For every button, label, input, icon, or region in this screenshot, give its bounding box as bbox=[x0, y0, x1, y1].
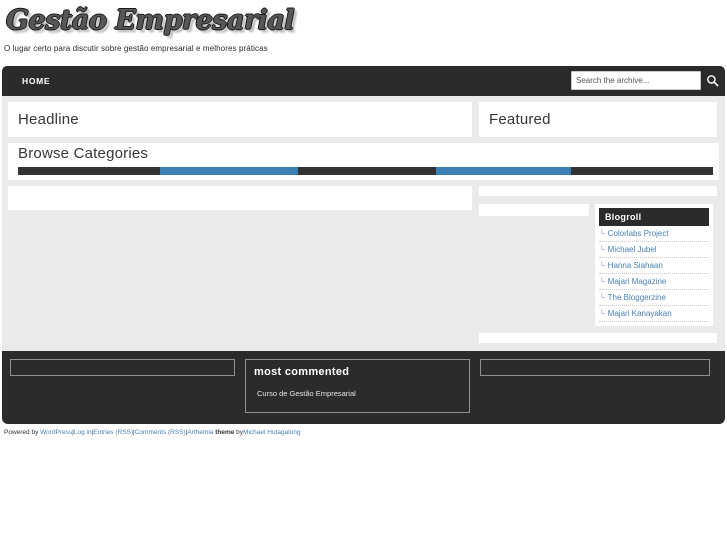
credits-powered-by: Powered by bbox=[4, 429, 39, 436]
category-segment-1[interactable] bbox=[160, 167, 299, 175]
category-segment-3[interactable] bbox=[435, 167, 572, 175]
credits-theme-word: theme bbox=[215, 429, 235, 436]
nav-item-home[interactable]: HOME bbox=[2, 66, 64, 96]
list-item[interactable]: └ Colorlabs Project bbox=[599, 226, 709, 242]
credits-comments-rss-link[interactable]: Comments (RSS) bbox=[135, 429, 186, 436]
blogroll-title: Blogroll bbox=[599, 208, 709, 226]
browse-categories-title: Browse Categories bbox=[18, 145, 149, 162]
blogroll-link[interactable]: Hanna Siahaan bbox=[608, 261, 663, 270]
blogroll-link[interactable]: Michael Jubel bbox=[608, 245, 657, 254]
branch-icon: └ bbox=[599, 261, 605, 270]
footer-credits: Powered by WordPress|Log in|Entries (RSS… bbox=[0, 424, 727, 436]
category-color-bar bbox=[18, 167, 713, 175]
headline-panel: Headline bbox=[8, 102, 472, 137]
sidebar-top-strip bbox=[479, 186, 717, 196]
browse-categories-block: Browse Categories bbox=[8, 143, 719, 180]
featured-title: Featured bbox=[489, 111, 551, 128]
search-input[interactable] bbox=[571, 71, 701, 90]
credits-wordpress-link[interactable]: WordPress bbox=[40, 429, 72, 436]
middle-row: Blogroll └ Colorlabs Project └ Michael Jub… bbox=[2, 180, 725, 343]
sidebar-narrow-box bbox=[479, 204, 589, 216]
credits-author-link[interactable]: Michael Hutagalung bbox=[243, 429, 300, 436]
most-commented-item[interactable]: Curso de Gestão Empresarial bbox=[254, 389, 469, 398]
page-root: Gestão Empresarial O lugar certo para di… bbox=[0, 0, 727, 545]
list-item[interactable]: └ Majari Magazine bbox=[599, 274, 709, 290]
featured-panel: Featured bbox=[479, 102, 717, 137]
footer-widget-most-commented: most commented Curso de Gestão Empresari… bbox=[245, 359, 470, 413]
nav-item-list: HOME bbox=[2, 66, 64, 96]
list-item[interactable]: └ Hanna Siahaan bbox=[599, 258, 709, 274]
category-segment-0[interactable] bbox=[18, 167, 161, 175]
footer-widget-right bbox=[480, 359, 710, 376]
branch-icon: └ bbox=[599, 293, 605, 302]
site-header: Gestão Empresarial O lugar certo para di… bbox=[0, 0, 727, 66]
sidebar-column: Blogroll └ Colorlabs Project └ Michael Jub… bbox=[479, 186, 717, 343]
footer-widget-area: most commented Curso de Gestão Empresari… bbox=[2, 351, 725, 424]
top-panels-row: Headline Featured bbox=[2, 96, 725, 137]
list-item[interactable]: └ The Bloggerzine bbox=[599, 290, 709, 306]
content-wrapper: Headline Featured Browse Categories Blog… bbox=[2, 96, 725, 351]
sidebar-inner-row: Blogroll └ Colorlabs Project └ Michael Jub… bbox=[479, 204, 717, 326]
list-item[interactable]: └ Michael Jubel bbox=[599, 242, 709, 258]
headline-title: Headline bbox=[18, 111, 79, 128]
branch-icon: └ bbox=[599, 245, 605, 254]
blogroll-link[interactable]: Majari Magazine bbox=[608, 277, 667, 286]
credits-login-link[interactable]: Log in bbox=[74, 429, 92, 436]
blogroll-list: └ Colorlabs Project └ Michael Jubel └ Hanna… bbox=[599, 226, 709, 322]
most-commented-title: most commented bbox=[254, 366, 350, 378]
category-segment-2[interactable] bbox=[298, 167, 436, 175]
branch-icon: └ bbox=[599, 229, 605, 238]
credits-theme-name[interactable]: Arthemia bbox=[187, 429, 213, 436]
blogroll-link[interactable]: The Bloggerzine bbox=[608, 293, 666, 302]
credits-entries-rss-link[interactable]: Entries (RSS) bbox=[93, 429, 133, 436]
site-logo[interactable]: Gestão Empresarial bbox=[6, 6, 295, 36]
search-form bbox=[571, 71, 719, 90]
list-item[interactable]: └ Majari Kanayakan bbox=[599, 306, 709, 322]
main-navigation: HOME bbox=[2, 66, 725, 96]
search-icon[interactable] bbox=[706, 74, 719, 87]
sidebar-bottom-strip bbox=[479, 333, 717, 343]
branch-icon: └ bbox=[599, 277, 605, 286]
blogroll-link[interactable]: Majari Kanayakan bbox=[608, 309, 672, 318]
blogroll-link[interactable]: Colorlabs Project bbox=[608, 229, 669, 238]
site-tagline: O lugar certo para discutir sobre gestão… bbox=[4, 44, 268, 53]
main-content-column bbox=[8, 186, 472, 210]
category-segment-4[interactable] bbox=[571, 167, 713, 175]
footer-widget-left bbox=[10, 359, 235, 376]
main-content-box bbox=[8, 186, 472, 210]
blogroll-widget: Blogroll └ Colorlabs Project └ Michael Jub… bbox=[595, 204, 713, 326]
branch-icon: └ bbox=[599, 309, 605, 318]
